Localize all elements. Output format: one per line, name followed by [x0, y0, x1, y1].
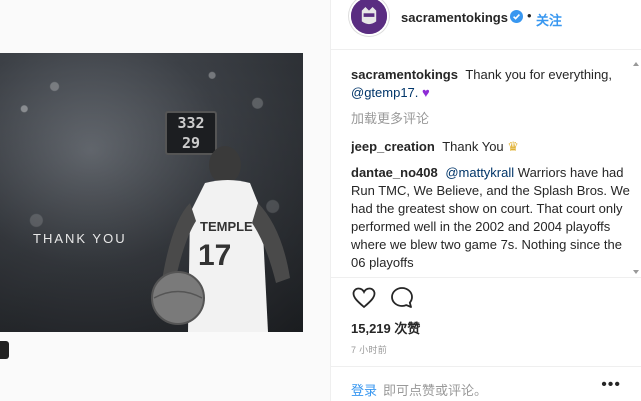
- caption-username[interactable]: sacramentokings: [351, 67, 458, 82]
- purple-heart-icon: ♥: [422, 85, 430, 100]
- heart-outline-icon[interactable]: [351, 285, 377, 311]
- like-count[interactable]: 15,219 次赞: [351, 318, 420, 337]
- comment-text: Thank You: [442, 139, 504, 154]
- login-prompt-text: 即可点赞或评论。: [383, 383, 488, 398]
- speech-bubble-icon[interactable]: [389, 285, 415, 311]
- post-details-pane: sacramentokings • 关注 sacramentokings Tha…: [330, 0, 641, 401]
- more-options-icon[interactable]: •••: [601, 376, 621, 394]
- load-more-comments-button[interactable]: 加载更多评论: [351, 110, 637, 128]
- separator-dot: •: [527, 8, 532, 23]
- crown-icon: ♛: [507, 139, 519, 154]
- scroll-up-arrow-icon[interactable]: [633, 62, 639, 66]
- kings-logo-icon: [351, 0, 387, 34]
- comment-mention[interactable]: @mattykrall: [445, 165, 514, 180]
- caption-comment: sacramentokings Thank you for everything…: [351, 66, 637, 102]
- post-photo[interactable]: 332 29 TEMPLE 17 THANK YOU: [0, 53, 303, 332]
- media-pane: 332 29 TEMPLE 17 THANK YOU: [0, 0, 330, 401]
- login-link[interactable]: 登录: [351, 383, 377, 398]
- thank-you-text: THANK YOU: [33, 231, 127, 246]
- divider: [331, 277, 641, 278]
- verified-badge-icon: [510, 10, 523, 23]
- comments-scrollbar[interactable]: [633, 62, 639, 274]
- caption-mention[interactable]: @gtemp17.: [351, 85, 418, 100]
- comment-username[interactable]: dantae_no408: [351, 165, 438, 180]
- post-timestamp: 7 小时前: [351, 345, 388, 355]
- media-badge: [0, 341, 9, 359]
- post-header: sacramentokings • 关注: [331, 0, 641, 50]
- login-prompt: 登录 即可点赞或评论。: [351, 380, 487, 399]
- jersey-number: 17: [198, 239, 231, 272]
- header-username[interactable]: sacramentokings: [401, 10, 508, 25]
- jersey-name: TEMPLE: [200, 219, 253, 234]
- scroll-down-arrow-icon[interactable]: [633, 270, 639, 274]
- comments-list: sacramentokings Thank you for everything…: [351, 66, 637, 272]
- comment-item: jeep_creation Thank You ♛: [351, 138, 637, 156]
- caption-text: Thank you for everything,: [465, 67, 613, 82]
- divider: [331, 366, 641, 367]
- comment-username[interactable]: jeep_creation: [351, 139, 435, 154]
- follow-button[interactable]: 关注: [536, 10, 562, 29]
- comment-item: dantae_no408 @mattykrall Warriors have h…: [351, 164, 637, 272]
- avatar[interactable]: [349, 0, 389, 36]
- player-figure: TEMPLE 17: [151, 146, 290, 332]
- comment-text: Warriors have had Run TMC, We Believe, a…: [351, 165, 630, 270]
